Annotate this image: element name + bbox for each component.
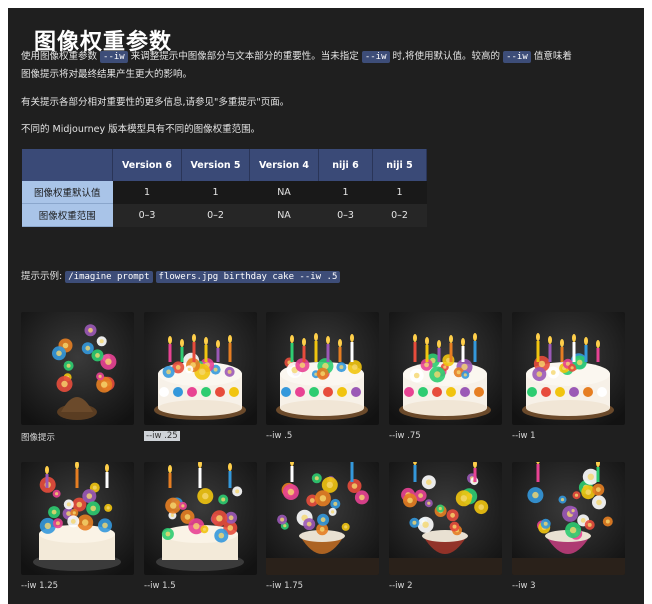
gallery-item: --iw 2 (389, 462, 502, 591)
table-cell: 1 (112, 181, 182, 204)
cake-image (144, 312, 257, 425)
bouquetcake-image (21, 462, 134, 575)
table-cell: 0–2 (181, 203, 250, 227)
vase-image (266, 462, 379, 575)
gallery-item: --iw .75 (389, 312, 502, 441)
table-cell: 0–2 (372, 203, 427, 227)
gallery-caption: --iw 1 (512, 431, 536, 441)
example-code-args: flowers.jpg birthday cake --iw .5 (155, 271, 341, 283)
intro-text-b: 来调整提示中图像部分与文本部分的重要性。当未指定 (130, 51, 359, 62)
iw-code-3: --iw (503, 51, 531, 63)
header-niji-6: niji 6 (318, 149, 373, 181)
table-cell: NA (249, 181, 319, 204)
image-weight-table: Version 6 Version 5 Version 4 niji 6 nij… (22, 149, 427, 227)
gallery-caption: --iw .5 (266, 431, 293, 441)
iw-code-1: --iw (100, 51, 128, 63)
document-panel: 图像权重参数 使用图像权重参数 --iw 来调整提示中图像部分与文本部分的重要性… (8, 8, 644, 604)
vase-image (512, 462, 625, 575)
gallery-caption: --iw .75 (389, 431, 421, 441)
example-line: 提示示例: /imagine prompt flowers.jpg birthd… (21, 268, 621, 286)
header-version-4: Version 4 (249, 149, 319, 181)
cake-image (389, 312, 502, 425)
row-label-range: 图像权重范围 (22, 203, 113, 227)
table-row: 图像权重默认值 1 1 NA 1 1 (22, 181, 427, 204)
iw-code-2: --iw (361, 51, 390, 63)
gallery-caption: --iw 2 (389, 581, 413, 591)
gallery-caption: --iw 1.75 (266, 581, 304, 591)
gallery-caption: --iw .25 (144, 431, 180, 441)
header-version-5: Version 5 (181, 149, 250, 181)
cake-image (266, 312, 379, 425)
multi-prompt-note: 有关提示各部分相对重要性的更多信息,请参见"多重提示"页面。 (21, 97, 290, 108)
gallery-caption: --iw 3 (512, 581, 536, 591)
header-version-6: Version 6 (112, 149, 182, 181)
gallery-item: --iw .25 (144, 312, 257, 441)
gallery-item: 图像提示 (21, 312, 134, 443)
row-label-default: 图像权重默认值 (22, 181, 113, 204)
table-corner (22, 149, 113, 181)
table-row: 图像权重范围 0–3 0–2 NA 0–3 0–2 (22, 203, 427, 227)
intro-text-c: 时,将使用默认值。较高的 (392, 51, 501, 62)
gallery-caption: 图像提示 (21, 433, 56, 443)
flowers-image (21, 312, 134, 425)
example-code-command: /imagine prompt (65, 271, 153, 283)
gallery-caption: --iw 1.25 (21, 581, 59, 591)
cake-image (512, 312, 625, 425)
table-cell: NA (249, 203, 319, 227)
gallery-item: --iw 1.75 (266, 462, 379, 591)
gallery-caption: --iw 1.5 (144, 581, 176, 591)
gallery-item: --iw 3 (512, 462, 625, 591)
header-niji-5: niji 5 (372, 149, 427, 181)
table-cell: 1 (181, 181, 250, 204)
gallery-item: --iw 1.5 (144, 462, 257, 591)
vase-image (389, 462, 502, 575)
intro-text-e: 图像提示将对最终结果产生更大的影响。 (21, 69, 193, 80)
intro-text-d: 值意味着 (533, 51, 572, 62)
table-cell: 0–3 (318, 203, 373, 227)
gallery-item: --iw .5 (266, 312, 379, 441)
bouquetcake-image (144, 462, 257, 575)
intro-text-a: 使用图像权重参数 (21, 51, 98, 62)
gallery-item: --iw 1 (512, 312, 625, 441)
table-cell: 1 (318, 181, 373, 204)
table-cell: 0–3 (112, 203, 182, 227)
intro-paragraph: 使用图像权重参数 --iw 来调整提示中图像部分与文本部分的重要性。当未指定 -… (21, 48, 621, 83)
example-label: 提示示例: (21, 271, 63, 282)
version-note: 不同的 Midjourney 版本模型具有不同的图像权重范围。 (21, 124, 261, 135)
table-cell: 1 (372, 181, 427, 204)
gallery-item: --iw 1.25 (21, 462, 134, 591)
